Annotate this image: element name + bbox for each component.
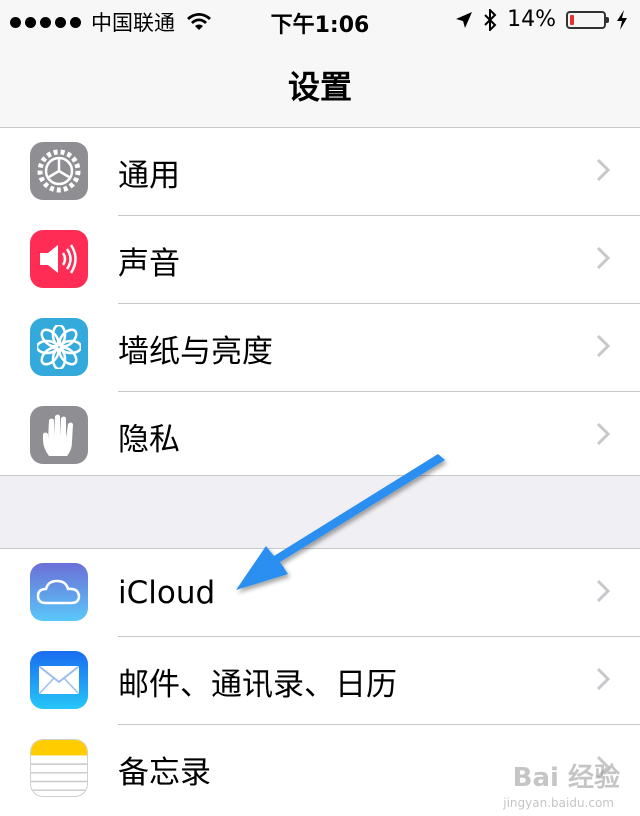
battery-level (570, 14, 574, 25)
status-bar: 中国联通 下午1:06 14% (0, 0, 640, 40)
settings-row-mail[interactable]: 邮件、通讯录、日历 (0, 637, 640, 725)
flower-icon (30, 318, 88, 376)
chevron-right-icon (596, 422, 610, 446)
settings-row-label: 邮件、通讯录、日历 (118, 666, 397, 703)
cloud-icon (30, 563, 88, 621)
chevron-right-icon (596, 667, 610, 691)
settings-row-sounds[interactable]: 声音 (0, 216, 640, 304)
watermark-logo: Bai 经验 (512, 763, 620, 793)
chevron-right-icon (596, 246, 610, 270)
settings-row-wallpaper[interactable]: 墙纸与亮度 (0, 304, 640, 392)
battery-percent: 14% (507, 7, 556, 32)
status-right: 14% (455, 7, 628, 32)
location-arrow-icon (456, 11, 473, 28)
watermark-url: jingyan.baidu.com (503, 796, 614, 810)
notes-icon (30, 739, 88, 797)
settings-row-label: 通用 (118, 157, 180, 194)
chevron-right-icon (596, 579, 610, 603)
chevron-right-icon (596, 334, 610, 358)
envelope-icon (30, 651, 88, 709)
settings-row-label: 墙纸与亮度 (118, 333, 273, 370)
gear-icon (30, 142, 88, 200)
settings-row-label: iCloud (118, 575, 216, 611)
settings-row-icloud[interactable]: iCloud (0, 549, 640, 637)
hand-icon (30, 406, 88, 464)
settings-row-general[interactable]: 通用 (0, 128, 640, 216)
settings-row-label: 备忘录 (118, 754, 211, 791)
battery-icon (566, 10, 609, 29)
nav-bar: 设置 (0, 40, 640, 128)
charging-bolt-icon (617, 9, 627, 30)
settings-row-label: 隐私 (118, 421, 180, 458)
settings-group-1: 通用 声音 墙纸与亮度 隐私 (0, 128, 640, 476)
settings-row-label: 声音 (118, 245, 180, 282)
chevron-right-icon (596, 158, 610, 182)
speaker-icon (30, 230, 88, 288)
page-title: 设置 (287, 68, 352, 106)
bluetooth-icon (484, 8, 497, 31)
settings-row-privacy[interactable]: 隐私 (0, 392, 640, 480)
